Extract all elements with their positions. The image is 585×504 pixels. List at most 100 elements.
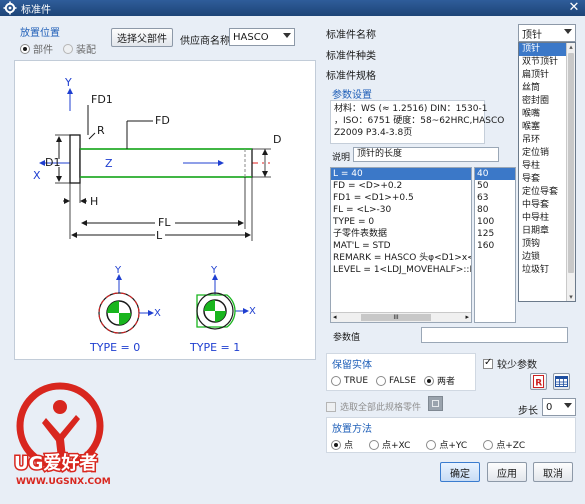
square-icon [432, 400, 439, 407]
type1-axis-x: X [249, 306, 256, 317]
placement-part-radio[interactable]: 部件 [20, 41, 53, 56]
scroll-left-icon[interactable]: ◂ [333, 313, 337, 322]
dropdown-scroll-thumb[interactable] [568, 53, 574, 273]
hscroll-thumb[interactable]: III [361, 314, 431, 321]
value-item[interactable]: 40 [475, 168, 515, 180]
keep-solid-group: 保留实体 TRUE FALSE 两者 [326, 353, 476, 391]
apply-button[interactable]: 应用 [487, 462, 527, 482]
gear-app-icon [3, 1, 17, 15]
method-point-xc-radio[interactable]: 点+XC [369, 438, 410, 451]
param-value-field[interactable] [421, 327, 568, 343]
checkbox-label: 较少参数 [497, 360, 537, 371]
param-item[interactable]: MAT'L = STD [331, 240, 471, 252]
value-item[interactable]: 160 [475, 240, 515, 252]
param-item[interactable]: TYPE = 0 [331, 216, 471, 228]
radio-dot [331, 439, 341, 450]
param-value-label: 参数值 [333, 333, 361, 343]
value-item[interactable]: 125 [475, 228, 515, 240]
param-list[interactable]: L = 40 FD = <D>+0.2 FD1 = <D1>+0.5 FL = … [330, 167, 472, 323]
placement-assembly-radio[interactable]: 装配 [63, 41, 96, 56]
value-item[interactable]: 80 [475, 204, 515, 216]
scroll-down-icon[interactable]: ▾ [567, 293, 575, 301]
param-item[interactable]: FD1 = <D1>+0.5 [331, 192, 471, 204]
method-point-radio[interactable]: 点 [331, 438, 353, 451]
supplier-select[interactable]: HASCO [229, 28, 295, 46]
keep-true-radio[interactable]: TRUE [331, 374, 368, 387]
method-point-yc-radio[interactable]: 点+YC [426, 438, 467, 451]
label-z: Z [105, 157, 113, 170]
material-line: ，ISO：6751 硬度：58~62HRC,HASCO [334, 116, 505, 126]
supplier-label: 供应商名称 [180, 36, 230, 47]
chevron-down-icon [564, 29, 572, 34]
label-fl: FL [158, 216, 171, 229]
placement-group-title: 放置位置 [20, 28, 60, 39]
scroll-up-icon[interactable]: ▴ [567, 43, 575, 51]
param-group-title: 参数设置 [332, 90, 372, 101]
checkbox-box [483, 357, 493, 369]
radio-label: 部件 [33, 45, 53, 56]
value-item[interactable]: 100 [475, 216, 515, 228]
table-icon-button[interactable] [553, 373, 570, 390]
scroll-right-icon[interactable]: ▸ [465, 313, 469, 322]
method-group: 放置方法 点 点+XC 点+YC 点+ZC [326, 417, 576, 453]
keep-both-radio[interactable]: 两者 [423, 374, 455, 387]
keep-solid-title: 保留实体 [332, 360, 372, 371]
logo-brand: UG爱好者 [14, 452, 97, 474]
report-icon-button[interactable]: R [530, 373, 547, 390]
param-item[interactable]: FL = <L>-30 [331, 204, 471, 216]
supplier-value: HASCO [233, 31, 269, 43]
ugsnx-logo: UG爱好者 WWW.UGSNX.COM [6, 382, 132, 500]
label-fd1: FD1 [91, 93, 113, 106]
svg-text:R: R [535, 379, 542, 389]
dropdown-scrollbar[interactable]: ▴ ▾ [566, 43, 575, 301]
value-item[interactable]: 50 [475, 180, 515, 192]
cancel-button[interactable]: 取消 [533, 462, 573, 482]
type0-axis-y: Y [114, 265, 122, 276]
step-select[interactable]: 0 [542, 398, 576, 416]
method-options: 点 点+XC 点+YC 点+ZC [331, 438, 525, 451]
window-title: 标准件 [21, 4, 51, 16]
name-dropdown-list[interactable]: 顶针 双节顶针 扁顶针 丝筒 密封圈 喉嘴 喉塞 吊环 定位销 导柱 导套 定位… [518, 42, 576, 302]
keep-false-radio[interactable]: FALSE [376, 374, 416, 387]
param-item[interactable]: LEVEL = 1<LDJ_MOVEHALF>::E [331, 264, 471, 276]
radio-dot [369, 439, 380, 450]
close-icon[interactable]: ✕ [567, 0, 581, 16]
desc-field[interactable]: 顶针的长度 [353, 147, 499, 162]
label-fd: FD [155, 114, 170, 127]
step-value: 0 [546, 401, 553, 413]
ejector-pin-drawing: Y FD1 R FD D D1 Z X H FL L Y X TYPE = 0 … [33, 76, 281, 354]
label-d: D [273, 133, 281, 146]
select-all-icon-button[interactable] [428, 396, 443, 411]
radio-label: 点+XC [382, 441, 411, 451]
desc-label: 说明 [332, 153, 351, 163]
value-item[interactable]: 63 [475, 192, 515, 204]
param-panel: 参数设置 材料：WS (≈ 1.2516) DIN：1530-1 ，ISO：67… [326, 84, 505, 347]
ok-button[interactable]: 确定 [440, 462, 480, 482]
material-line: 材料：WS (≈ 1.2516) DIN：1530-1 [334, 104, 488, 114]
param-item[interactable]: FD = <D>+0.2 [331, 180, 471, 192]
select-parent-button[interactable]: 选择父部件 [111, 28, 173, 47]
type0-label: TYPE = 0 [89, 341, 140, 354]
r-leader [88, 132, 96, 140]
param-item[interactable]: L = 40 [331, 168, 471, 180]
dialog-body: 放置位置 部件 装配 选择父部件 供应商名称 HASCO Y FD1 R FD … [0, 16, 585, 504]
material-info: 材料：WS (≈ 1.2516) DIN：1530-1 ，ISO：6751 硬度… [330, 100, 505, 144]
radio-label: 点+YC [439, 441, 468, 451]
radio-label: 点 [344, 441, 354, 451]
type1-label: TYPE = 1 [189, 341, 240, 354]
name-select[interactable]: 顶针 [518, 24, 576, 42]
checkbox-box [326, 401, 336, 412]
param-list-hscrollbar[interactable]: ◂ III ▸ [331, 312, 471, 322]
fewer-params-checkbox[interactable]: 较少参数 [483, 356, 537, 371]
keep-solid-options: TRUE FALSE 两者 [331, 374, 455, 387]
method-point-zc-radio[interactable]: 点+ZC [483, 438, 525, 451]
label-r: R [97, 124, 105, 137]
select-all-checkbox[interactable]: 选取全部此规格零件 [326, 400, 421, 413]
value-list[interactable]: 40 50 63 80 100 125 160 [474, 167, 516, 323]
material-line: Z2009 P3.4-3.8页 [334, 128, 413, 138]
param-item[interactable]: REMARK = HASCO 头φ<D1>x< [331, 252, 471, 264]
param-item[interactable]: 子零件表数据 [331, 228, 471, 240]
label-d1: D1 [45, 156, 60, 169]
category-label: 标准件种类 [326, 51, 376, 62]
type1-axis-y: Y [210, 265, 218, 276]
